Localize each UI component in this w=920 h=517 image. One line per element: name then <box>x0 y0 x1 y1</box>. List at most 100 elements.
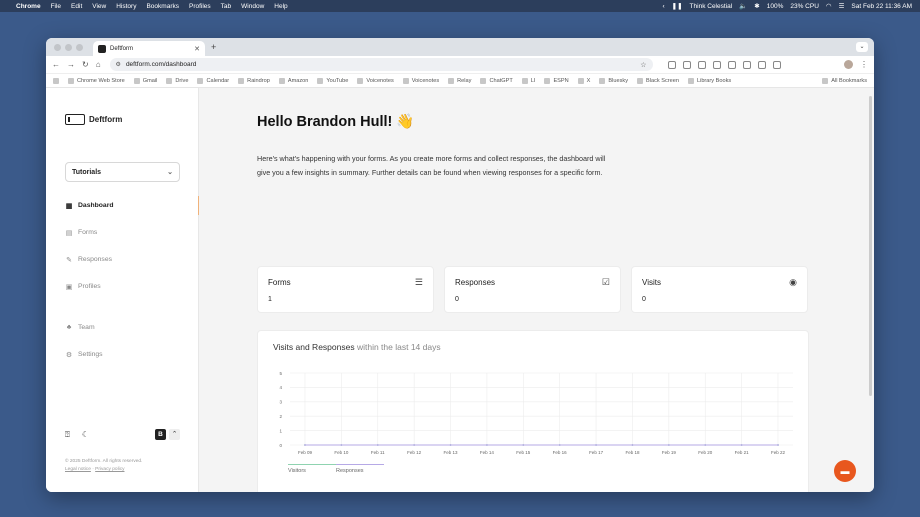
bookmark-star-icon[interactable]: ☆ <box>640 61 646 69</box>
bookmark-relay[interactable]: Relay <box>448 77 471 84</box>
all-bookmarks[interactable]: All Bookmarks <box>822 77 867 84</box>
chrome-menu-icon[interactable]: ⋮ <box>860 60 868 69</box>
extension-4-icon[interactable] <box>712 60 721 69</box>
main-scrollbar[interactable] <box>869 96 872 396</box>
back-icon[interactable]: ← <box>52 60 60 69</box>
bookmark-voicenotes-1[interactable]: Voicenotes <box>357 77 394 84</box>
data-point-responses[interactable] <box>595 444 597 446</box>
extensions-puzzle-icon[interactable] <box>772 60 781 69</box>
stat-card-responses[interactable]: Responses 0 ☑ <box>444 266 621 313</box>
sidebar-item-profiles[interactable]: ▣ Profiles <box>65 277 199 296</box>
legal-notice-link[interactable]: Legal notice <box>65 467 91 472</box>
bookmark-chatgpt[interactable]: ChatGPT <box>480 77 513 84</box>
volume-icon[interactable]: 🔈 <box>739 2 747 10</box>
extension-7-icon[interactable] <box>757 60 766 69</box>
legend-responses[interactable]: Responses <box>336 464 384 474</box>
cpu-usage[interactable]: 23% CPU <box>790 3 819 10</box>
sidebar-item-forms[interactable]: ▤ Forms <box>65 223 199 242</box>
data-point-responses[interactable] <box>522 444 525 446</box>
bookmark-library-books[interactable]: Library Books <box>687 77 731 84</box>
bookmark-amazon[interactable]: Amazon <box>278 77 308 84</box>
y-tick-label: 2 <box>279 414 282 419</box>
tab-search-button[interactable]: ⌄ <box>856 42 868 52</box>
close-tab-icon[interactable]: ✕ <box>194 45 200 53</box>
menu-file[interactable]: File <box>51 3 61 10</box>
menu-window[interactable]: Window <box>241 3 264 10</box>
menu-help[interactable]: Help <box>274 3 287 10</box>
data-point-responses[interactable] <box>449 444 452 446</box>
bookmark-espn[interactable]: ESPN <box>544 77 569 84</box>
data-point-responses[interactable] <box>704 444 707 446</box>
bookmark-bluesky[interactable]: Bluesky <box>599 77 628 84</box>
extension-3-icon[interactable] <box>697 60 706 69</box>
dark-mode-moon-icon[interactable]: ☾ <box>82 430 89 439</box>
bookmark-gmail[interactable]: Gmail <box>133 77 157 84</box>
stat-card-forms[interactable]: Forms 1 ☰ <box>257 266 434 313</box>
menu-bookmarks[interactable]: Bookmarks <box>146 3 179 10</box>
bluetooth-icon[interactable]: ✱ <box>754 2 759 10</box>
data-point-responses[interactable] <box>667 444 670 446</box>
data-point-responses[interactable] <box>777 444 779 446</box>
menu-history[interactable]: History <box>116 3 136 10</box>
deftform-logo[interactable]: Deftform <box>65 114 122 125</box>
extension-1-icon[interactable] <box>667 60 676 69</box>
minimize-window-button[interactable] <box>65 43 72 51</box>
reload-icon[interactable]: ↻ <box>82 60 89 69</box>
home-icon[interactable]: ⌂ <box>96 60 101 69</box>
menu-tab[interactable]: Tab <box>221 3 231 10</box>
x-tick-label: Feb 09 <box>298 450 313 455</box>
sidebar-item-team[interactable]: ♣ Team <box>65 318 199 337</box>
bookmark-drive[interactable]: Drive <box>166 77 188 84</box>
shortcut-toggle[interactable]: B ⌃ <box>155 429 180 440</box>
profile-avatar[interactable] <box>844 60 853 69</box>
privacy-policy-link[interactable]: Privacy policy <box>95 467 124 472</box>
feedback-icon[interactable]: ⍰ <box>65 430 70 440</box>
battery-percent[interactable]: 100% <box>767 3 784 10</box>
menu-app-name[interactable]: Chrome <box>16 3 41 10</box>
bookmark-youtube[interactable]: YouTube <box>317 77 348 84</box>
bookmark-calendar[interactable]: Calendar <box>197 77 229 84</box>
forward-icon[interactable]: → <box>67 60 75 69</box>
bookmark-li[interactable]: LI <box>521 77 535 84</box>
site-info-icon[interactable]: ⚙ <box>116 61 121 68</box>
menu-edit[interactable]: Edit <box>71 3 82 10</box>
data-point-responses[interactable] <box>740 444 743 446</box>
legend-visitors[interactable]: Visitors <box>288 464 336 474</box>
wifi-icon[interactable]: ◠ <box>826 2 832 10</box>
apps-grid-icon[interactable] <box>53 77 59 84</box>
close-window-button[interactable] <box>54 43 61 51</box>
extension-6-icon[interactable] <box>742 60 751 69</box>
checklist-icon: ☑ <box>601 277 610 287</box>
maximize-window-button[interactable] <box>76 43 83 51</box>
control-center-icon[interactable]: ☰ <box>839 2 845 10</box>
data-point-responses[interactable] <box>376 444 379 446</box>
chat-support-button[interactable]: ▬ <box>834 460 856 482</box>
extension-5-icon[interactable] <box>727 60 736 69</box>
data-point-responses[interactable] <box>486 444 488 446</box>
data-point-responses[interactable] <box>413 444 416 446</box>
data-point-responses[interactable] <box>631 444 634 446</box>
sidebar-item-responses[interactable]: ✎ Responses <box>65 250 199 269</box>
menu-view[interactable]: View <box>92 3 106 10</box>
prev-track-icon[interactable]: ‹ <box>662 3 664 10</box>
data-point-responses[interactable] <box>340 444 343 446</box>
bookmark-black-screen[interactable]: Black Screen <box>637 77 679 84</box>
sidebar-item-dashboard[interactable]: ▦ Dashboard <box>65 196 199 215</box>
sidebar-item-settings[interactable]: ⚙ Settings <box>65 345 199 364</box>
datetime[interactable]: Sat Feb 22 11:36 AM <box>851 3 912 10</box>
pause-icon[interactable]: ❚❚ <box>672 2 683 10</box>
address-bar[interactable]: ⚙ deftform.com/dashboard ☆ <box>109 58 653 71</box>
stat-card-visits[interactable]: Visits 0 ◉ <box>631 266 808 313</box>
bookmark-voicenotes-2[interactable]: Voicenotes <box>402 77 439 84</box>
bookmark-raindrop[interactable]: Raindrop <box>238 77 270 84</box>
tab-deftform[interactable]: Deftform ✕ <box>93 41 205 56</box>
data-point-responses[interactable] <box>304 444 306 446</box>
workspace-select[interactable]: Tutorials ⌄ <box>65 162 180 182</box>
bookmark-chrome-web-store[interactable]: Chrome Web Store <box>68 77 125 84</box>
new-tab-button[interactable]: + <box>211 42 216 52</box>
data-point-responses[interactable] <box>558 444 561 446</box>
menu-profiles[interactable]: Profiles <box>189 3 211 10</box>
bookmark-x[interactable]: X <box>577 77 590 84</box>
extension-2-icon[interactable] <box>682 60 691 69</box>
now-playing[interactable]: Think Celestial <box>690 3 733 10</box>
